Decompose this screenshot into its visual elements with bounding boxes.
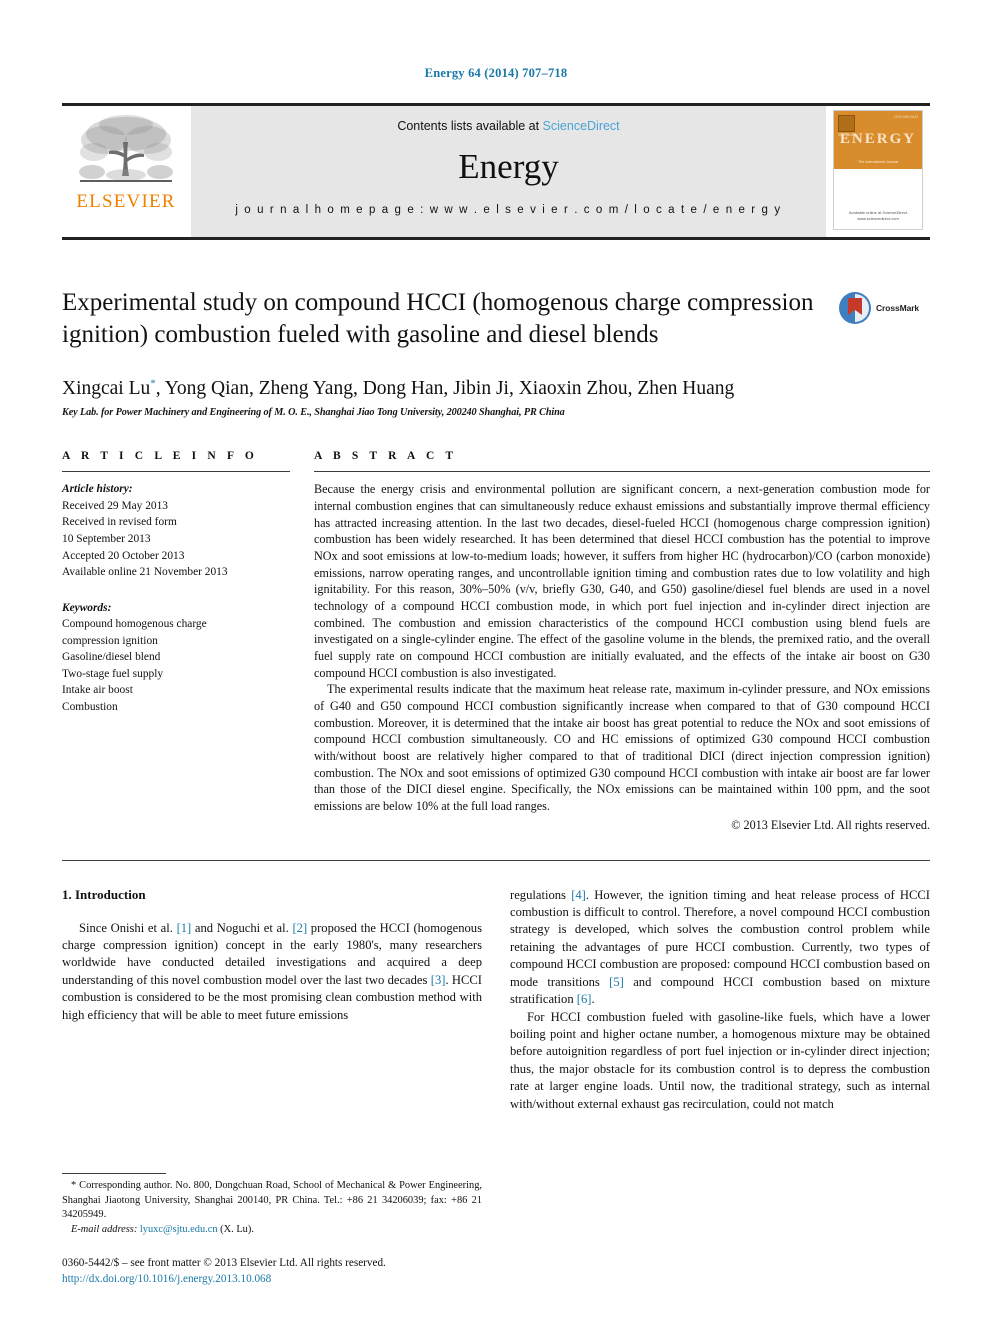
abstract-paragraph: The experimental results indicate that t… — [314, 682, 930, 813]
keyword-item: Gasoline/diesel blend — [62, 651, 161, 664]
text-run: and Noguchi et al. — [191, 920, 293, 935]
citation-link[interactable]: [1] — [177, 921, 192, 935]
corresponding-author-text: * Corresponding author. No. 800, Dongchu… — [62, 1179, 482, 1221]
journal-cover-thumbnail: ScienceDirect ISSN 0360-5442 ENERGY The … — [826, 106, 930, 237]
doi-link[interactable]: http://dx.doi.org/10.1016/j.energy.2013.… — [62, 1271, 482, 1287]
keyword-item: Intake air boost — [62, 684, 133, 697]
article-page: Energy 64 (2014) 707–718 ELSEVIER Conten… — [0, 0, 992, 1323]
running-head: Energy 64 (2014) 707–718 — [424, 66, 568, 80]
section-title-introduction: 1. Introduction — [62, 886, 146, 902]
text-run: Since Onishi et al. — [79, 920, 177, 935]
text-run: . — [591, 992, 595, 1007]
abstract-column: A B S T R A C T Because the energy crisi… — [314, 450, 930, 832]
history-item: 10 September 2013 — [62, 532, 151, 545]
cover-top-right-note: ISSN 0360-5442 — [894, 115, 918, 119]
imprint-block: 0360-5442/$ – see front matter © 2013 El… — [62, 1255, 482, 1287]
email-suffix: (X. Lu). — [220, 1223, 254, 1235]
affiliation: Key Lab. for Power Machinery and Enginee… — [62, 407, 565, 419]
abstract-paragraph: Because the energy crisis and environmen… — [314, 482, 930, 680]
author-list: Xingcai Lu*, Yong Qian, Zheng Yang, Dong… — [62, 377, 930, 400]
text-run: regulations — [510, 887, 572, 902]
paragraph: For HCCI combustion fueled with gasoline… — [510, 1009, 930, 1111]
crossmark-label: CrossMark — [876, 303, 920, 313]
citation-link[interactable]: [2] — [292, 921, 307, 935]
text-run: . However, the ignition timing and heat … — [510, 887, 930, 989]
sciencedirect-link[interactable]: ScienceDirect — [543, 119, 620, 133]
article-history: Article history: Received 29 May 2013 Re… — [62, 481, 290, 580]
cover-bottom-band: Available online at ScienceDirect www.sc… — [834, 169, 922, 228]
corresponding-author-name: Xingcai Lu — [62, 378, 151, 399]
corresponding-author-note: * Corresponding author. No. 800, Dongchu… — [62, 1179, 482, 1238]
citation-link[interactable]: [5] — [609, 975, 624, 989]
info-abstract-row: A R T I C L E I N F O Article history: R… — [62, 450, 930, 832]
copyright-line: © 2013 Elsevier Ltd. All rights reserved… — [731, 817, 930, 832]
elsevier-logo: ELSEVIER — [62, 106, 190, 237]
cover-publisher-mark-icon — [838, 115, 855, 132]
contents-prefix: Contents lists available at — [397, 119, 543, 133]
history-item: Received 29 May 2013 — [62, 499, 168, 512]
journal-title: Energy — [458, 147, 559, 186]
cover-footer-note: Available online at ScienceDirect www.sc… — [848, 210, 908, 221]
email-link[interactable]: lyuxc@sjtu.edu.cn — [140, 1224, 218, 1235]
article-info-divider — [62, 471, 290, 473]
title-block: Experimental study on compound HCCI (hom… — [62, 287, 930, 351]
abstract-body: Because the energy crisis and environmen… — [314, 481, 930, 814]
intro-left-text: Since Onishi et al. [1] and Noguchi et a… — [62, 920, 482, 1025]
title-text-wrap: Experimental study on compound HCCI (hom… — [62, 287, 838, 351]
paragraph: regulations [4]. However, the ignition t… — [510, 887, 930, 1009]
crossmark-badge[interactable]: CrossMark — [838, 287, 930, 325]
abstract-heading: A B S T R A C T — [314, 450, 458, 463]
contents-line: Contents lists available at ScienceDirec… — [397, 119, 619, 133]
history-item: Received in revised form — [62, 516, 177, 529]
body-column-right: regulations [4]. However, the ignition t… — [510, 887, 930, 1114]
history-item: Accepted 20 October 2013 — [62, 549, 185, 562]
crossmark-icon — [839, 292, 871, 324]
cover-subtitle: The International Journal — [858, 160, 898, 164]
keyword-item: compression ignition — [62, 634, 158, 647]
citation-link[interactable]: [3] — [431, 973, 446, 987]
other-authors: , Yong Qian, Zheng Yang, Dong Han, Jibin… — [155, 378, 735, 399]
citation-link[interactable]: [6] — [577, 992, 592, 1006]
keywords-list: Keywords: Compound homogenous charge com… — [62, 600, 290, 716]
masthead-center: Contents lists available at ScienceDirec… — [190, 106, 826, 237]
footnote-area: * Corresponding author. No. 800, Dongchu… — [62, 1172, 482, 1287]
article-info-heading: A R T I C L E I N F O — [62, 450, 258, 463]
article-info-column: A R T I C L E I N F O Article history: R… — [62, 450, 314, 715]
page-title: Experimental study on compound HCCI (hom… — [62, 289, 814, 348]
footnote-divider — [62, 1172, 166, 1174]
cover-image: ScienceDirect ISSN 0360-5442 ENERGY The … — [833, 110, 923, 230]
body-columns: 1. Introduction Since Onishi et al. [1] … — [62, 887, 930, 1114]
history-item: Available online 21 November 2013 — [62, 566, 228, 579]
paragraph: Since Onishi et al. [1] and Noguchi et a… — [62, 920, 482, 1025]
article-history-label: Article history: — [62, 483, 133, 496]
keyword-item: Combustion — [62, 700, 118, 713]
keyword-item: Compound homogenous charge — [62, 618, 207, 631]
intro-right-text: regulations [4]. However, the ignition t… — [510, 887, 930, 1114]
email-label: E-mail address: — [71, 1223, 138, 1235]
issn-line: 0360-5442/$ – see front matter © 2013 El… — [62, 1256, 386, 1269]
elsevier-wordmark: ELSEVIER — [76, 191, 176, 212]
keyword-item: Two-stage fuel supply — [62, 667, 164, 680]
abstract-divider — [314, 471, 930, 473]
body-divider — [62, 859, 930, 861]
cover-title: ENERGY — [839, 131, 917, 147]
keywords-label: Keywords: — [62, 601, 112, 614]
body-column-left: 1. Introduction Since Onishi et al. [1] … — [62, 887, 482, 1025]
email-line: E-mail address: lyuxc@sjtu.edu.cn (X. Lu… — [62, 1223, 482, 1238]
journal-masthead: ELSEVIER Contents lists available at Sci… — [62, 103, 930, 240]
elsevier-tree-icon — [79, 115, 173, 182]
journal-homepage[interactable]: j o u r n a l h o m e p a g e : w w w . … — [235, 204, 781, 216]
citation-link[interactable]: [4] — [571, 888, 586, 902]
cover-top-band: ScienceDirect ISSN 0360-5442 ENERGY The … — [834, 111, 922, 169]
